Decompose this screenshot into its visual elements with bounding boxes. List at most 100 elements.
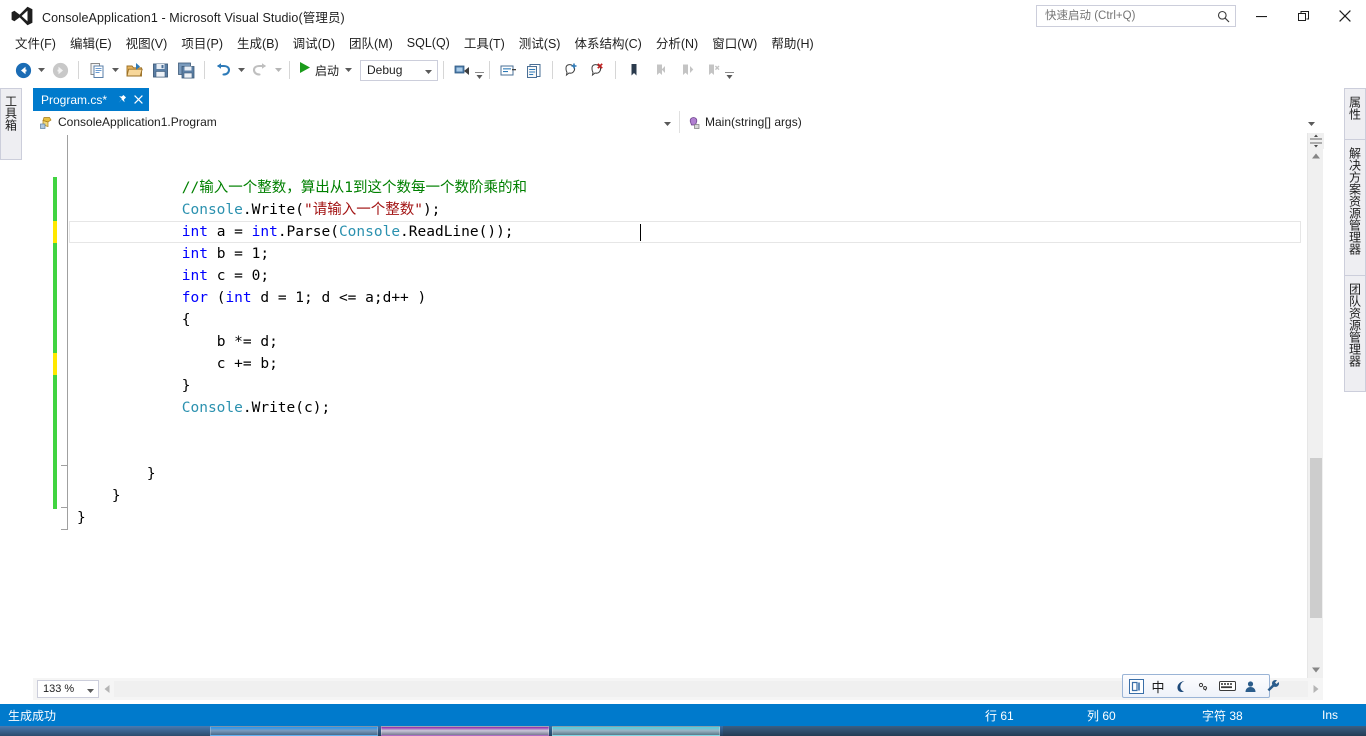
window-title: ConsoleApplication1 - Microsoft Visual S… bbox=[42, 10, 345, 25]
quick-launch-input[interactable] bbox=[1043, 9, 1217, 23]
minimize-button[interactable] bbox=[1240, 0, 1282, 32]
clear-bookmarks-icon[interactable] bbox=[699, 58, 725, 82]
menu-edit[interactable]: 编辑(E) bbox=[63, 31, 119, 55]
ime-toolbar[interactable]: 中 bbox=[1122, 674, 1279, 698]
code-editor[interactable]: //输入一个整数，算出从1到这个数每一个数阶乘的和 Console.Write(… bbox=[33, 133, 1323, 679]
chevron-down-icon[interactable] bbox=[1308, 113, 1315, 131]
document-tab-program-cs[interactable]: Program.cs* bbox=[33, 88, 150, 111]
undo-icon[interactable] bbox=[210, 58, 236, 82]
open-file-icon[interactable] bbox=[121, 58, 147, 82]
status-char-number: 字符 38 bbox=[1202, 708, 1243, 723]
next-bookmark-icon[interactable] bbox=[673, 58, 699, 82]
start-debug-label: 启动 bbox=[315, 63, 340, 78]
save-all-icon[interactable] bbox=[173, 58, 199, 82]
maximize-button[interactable] bbox=[1282, 0, 1324, 32]
zoom-level-combo[interactable]: 133 % bbox=[37, 680, 99, 698]
ime-soft-keyboard-icon[interactable] bbox=[1218, 676, 1236, 696]
menu-test[interactable]: 测试(S) bbox=[512, 31, 568, 55]
scroll-right-arrow-icon[interactable] bbox=[1308, 680, 1323, 698]
menu-tools[interactable]: 工具(T) bbox=[457, 31, 512, 55]
ime-user-icon[interactable] bbox=[1241, 676, 1259, 696]
code-text[interactable]: //输入一个整数，算出从1到这个数每一个数阶乘的和 Console.Write(… bbox=[77, 133, 1323, 679]
document-area: Program.cs* ConsoleApplication1.Program … bbox=[33, 88, 1324, 702]
dock-tab-properties[interactable]: 属性 bbox=[1344, 88, 1366, 140]
ime-punctuation-icon[interactable] bbox=[1195, 676, 1213, 696]
menu-team[interactable]: 团队(M) bbox=[342, 31, 400, 55]
taskbar-item-3[interactable] bbox=[552, 726, 720, 736]
taskbar-item-2[interactable] bbox=[381, 726, 549, 736]
remove-bookmark-icon[interactable] bbox=[584, 58, 610, 82]
method-icon bbox=[687, 116, 700, 129]
navigate-back-icon[interactable] bbox=[10, 58, 36, 82]
new-project-dropdown-icon[interactable] bbox=[110, 59, 121, 81]
redo-dropdown-icon[interactable] bbox=[273, 59, 284, 81]
menu-project[interactable]: 项目(P) bbox=[174, 31, 230, 55]
menu-help[interactable]: 帮助(H) bbox=[764, 31, 820, 55]
uncomment-selection-icon[interactable] bbox=[521, 58, 547, 82]
taskbar-tray bbox=[0, 726, 210, 736]
menu-build[interactable]: 生成(B) bbox=[230, 31, 286, 55]
toolbar-separator bbox=[615, 61, 617, 79]
code-folding-margin[interactable] bbox=[61, 133, 75, 679]
navigate-forward-icon[interactable] bbox=[47, 58, 73, 82]
scrollbar-thumb[interactable] bbox=[1310, 458, 1322, 618]
dock-tab-properties-label: 属性 bbox=[1347, 96, 1362, 120]
pin-icon[interactable] bbox=[116, 94, 127, 105]
menu-architecture[interactable]: 体系结构(C) bbox=[567, 31, 648, 55]
change-bar-segment bbox=[53, 177, 57, 221]
save-icon[interactable] bbox=[147, 58, 173, 82]
solution-configuration-combo[interactable]: Debug bbox=[360, 59, 439, 81]
comment-selection-icon[interactable] bbox=[495, 58, 521, 82]
status-bar: 生成成功 行 61 列 60 字符 38 Ins bbox=[0, 704, 1366, 726]
chevron-down-icon bbox=[425, 61, 433, 79]
new-project-icon[interactable] bbox=[84, 58, 110, 82]
ime-settings-icon[interactable] bbox=[1264, 676, 1282, 696]
menu-file[interactable]: 文件(F) bbox=[8, 31, 63, 55]
attach-to-process-icon[interactable] bbox=[449, 58, 475, 82]
navigate-back-dropdown-icon[interactable] bbox=[36, 59, 47, 81]
change-bar-segment bbox=[53, 243, 57, 353]
close-button[interactable] bbox=[1324, 0, 1366, 32]
close-icon[interactable] bbox=[134, 95, 143, 104]
dock-tab-team-explorer[interactable]: 团队资源管理器 bbox=[1344, 276, 1366, 392]
scroll-up-arrow-icon[interactable] bbox=[1308, 149, 1324, 163]
scroll-down-arrow-icon[interactable] bbox=[1308, 663, 1324, 677]
text-caret bbox=[640, 224, 641, 241]
taskbar-item-1[interactable] bbox=[210, 726, 378, 736]
member-navigation-combo[interactable]: Main(string[] args) bbox=[680, 111, 1323, 133]
start-debug-button[interactable]: 启动 bbox=[295, 59, 343, 81]
chevron-down-icon[interactable] bbox=[664, 113, 671, 131]
redo-icon[interactable] bbox=[247, 58, 273, 82]
dock-tab-solution-explorer[interactable]: 解决方案资源管理器 bbox=[1344, 140, 1366, 276]
bookmark-icon[interactable] bbox=[621, 58, 647, 82]
change-bar-segment bbox=[53, 485, 57, 509]
editor-vertical-scrollbar[interactable] bbox=[1307, 133, 1324, 679]
type-navigation-combo[interactable]: ConsoleApplication1.Program bbox=[33, 111, 680, 133]
ime-logo-icon[interactable] bbox=[1127, 676, 1145, 696]
editor-split-grip[interactable] bbox=[1308, 133, 1324, 149]
ime-moon-icon[interactable] bbox=[1172, 676, 1190, 696]
ime-chinese-mode-icon[interactable]: 中 bbox=[1149, 676, 1167, 696]
menu-sql[interactable]: SQL(Q) bbox=[400, 34, 457, 53]
menu-view[interactable]: 视图(V) bbox=[119, 31, 175, 55]
code-line: c += b; bbox=[216, 356, 278, 372]
quick-launch-box[interactable] bbox=[1036, 5, 1236, 27]
menu-analyze[interactable]: 分析(N) bbox=[649, 31, 705, 55]
start-debug-icon bbox=[299, 61, 311, 79]
menu-debug[interactable]: 调试(D) bbox=[286, 31, 342, 55]
toolbar-separator bbox=[204, 61, 205, 79]
toolbar-overflow-icon-2[interactable] bbox=[725, 59, 735, 81]
add-bookmark-icon[interactable] bbox=[558, 58, 584, 82]
status-bar-right: 行 61 列 60 字符 38 Ins bbox=[985, 707, 1366, 724]
menu-window[interactable]: 窗口(W) bbox=[705, 31, 764, 55]
build-status-text: 生成成功 bbox=[8, 708, 57, 723]
toolbar-overflow-icon[interactable] bbox=[475, 59, 485, 81]
scroll-left-arrow-icon[interactable] bbox=[99, 680, 114, 698]
undo-dropdown-icon[interactable] bbox=[236, 59, 247, 81]
start-debug-dropdown-icon[interactable] bbox=[343, 59, 354, 81]
dock-tab-toolbox[interactable]: 工具箱 bbox=[0, 88, 22, 160]
code-line: Console.Write(c); bbox=[181, 400, 331, 416]
previous-bookmark-icon[interactable] bbox=[647, 58, 673, 82]
